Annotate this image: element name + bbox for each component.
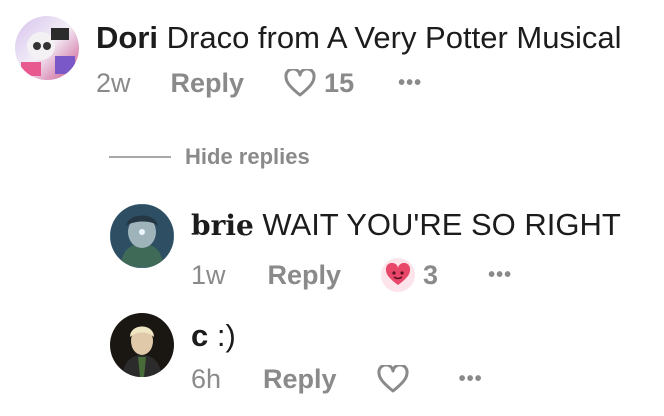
comment-text: Draco from A Very Potter Musical (166, 20, 622, 55)
comment-time: 6h (191, 363, 222, 394)
thread-divider (109, 156, 171, 158)
comment-text: WAIT YOU'RE SO RIGHT (262, 207, 621, 242)
avatar[interactable] (110, 313, 174, 377)
comment-body: c :) (191, 318, 236, 354)
reply-button[interactable]: Reply (268, 260, 342, 291)
comment-author[interactable]: Dori (96, 20, 158, 55)
hide-replies-button[interactable]: Hide replies (109, 144, 310, 170)
reply-button[interactable]: Reply (171, 68, 245, 99)
avatar-image (110, 313, 174, 377)
comment-author[interactable]: brie (191, 209, 254, 242)
reply-button[interactable]: Reply (263, 364, 337, 395)
like-count: 15 (324, 67, 355, 98)
heart-face-emoji-icon (381, 258, 416, 292)
comment-body: Dori Draco from A Very Potter Musical (96, 20, 621, 56)
more-options-button[interactable]: ••• (488, 264, 512, 287)
heart-outline-icon (377, 365, 409, 393)
avatar[interactable] (110, 204, 174, 268)
comment-text: :) (216, 318, 236, 353)
heart-outline-icon (284, 69, 316, 97)
comment-thread: Dori Draco from A Very Potter Musical 2w… (0, 0, 664, 416)
comment-meta: 2w Reply 15 ••• (96, 65, 422, 101)
comment-meta: 6h Reply ••• (191, 361, 483, 397)
avatar-image (110, 204, 174, 268)
reaction-count: 3 (423, 259, 439, 290)
hide-replies-label: Hide replies (185, 144, 310, 169)
comment-body: brie WAIT YOU'RE SO RIGHT (191, 207, 621, 244)
avatar-image (15, 16, 79, 80)
like-button[interactable] (377, 365, 409, 393)
comment-time: 2w (96, 67, 131, 98)
comment-meta: 1w Reply 3 ••• (191, 257, 512, 293)
more-options-button[interactable]: ••• (398, 72, 422, 95)
more-options-button[interactable]: ••• (459, 368, 483, 391)
comment-author[interactable]: c (191, 318, 208, 353)
reaction-button[interactable]: 3 (381, 258, 438, 292)
like-button[interactable]: 15 (284, 68, 354, 99)
comment-time: 1w (191, 259, 226, 290)
avatar[interactable] (15, 16, 79, 80)
